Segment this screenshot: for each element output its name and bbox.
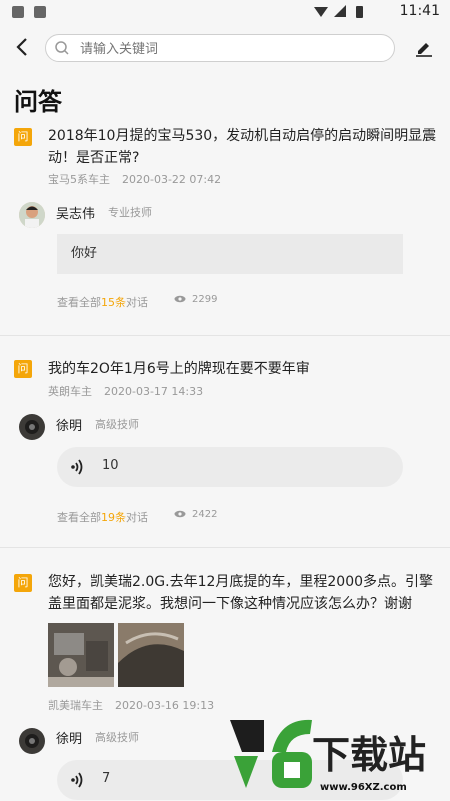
eye-icon bbox=[174, 510, 186, 518]
view-count-value: 2299 bbox=[192, 294, 218, 305]
car-owner-label: 宝马5系车主 bbox=[48, 173, 110, 186]
answerer-name: 吴志伟 bbox=[56, 207, 96, 222]
top-bar bbox=[0, 30, 450, 70]
question-date: 2020-03-17 14:33 bbox=[104, 385, 204, 398]
view-count-value: 2422 bbox=[192, 509, 218, 520]
footer-prefix: 查看全部 bbox=[57, 296, 101, 309]
signal-wifi-battery-icon bbox=[314, 5, 363, 18]
avatar[interactable] bbox=[19, 414, 45, 440]
answerer-name: 徐明 bbox=[56, 419, 83, 434]
view-all-dialog-link[interactable]: 查看全部19条对话 bbox=[57, 509, 148, 525]
question-date: 2020-03-22 07:42 bbox=[122, 173, 222, 186]
engine-bay-photo[interactable] bbox=[118, 623, 184, 687]
search-box[interactable] bbox=[45, 34, 395, 63]
edit-icon[interactable] bbox=[414, 38, 434, 58]
answerer-role: 高级技师 bbox=[95, 418, 139, 431]
view-count: 2422 bbox=[174, 509, 217, 520]
answerer-role: 专业技师 bbox=[108, 206, 152, 219]
question-text[interactable]: 2018年10月提的宝马530，发动机自动启停的启动瞬间明显震动！是否正常? bbox=[48, 125, 438, 169]
qa-card[interactable]: 问 我的车2O年1月6号上的牌现在要不要年审 英朗车主 2020-03-17 14… bbox=[0, 335, 450, 548]
answerer-name: 徐明 bbox=[56, 732, 83, 747]
view-count: 2299 bbox=[174, 294, 217, 305]
eye-icon bbox=[174, 295, 186, 303]
avatar[interactable] bbox=[19, 728, 45, 754]
question-badge: 问 bbox=[14, 360, 32, 378]
avatar[interactable] bbox=[19, 202, 45, 228]
footer-prefix: 查看全部 bbox=[57, 511, 101, 524]
status-bar: 11:41 bbox=[0, 0, 450, 24]
question-text[interactable]: 我的车2O年1月6号上的牌现在要不要年审 bbox=[48, 358, 438, 380]
voice-answer-player[interactable]: 10 bbox=[57, 447, 403, 487]
back-arrow-icon[interactable] bbox=[12, 36, 34, 58]
car-owner-label: 凯美瑞车主 bbox=[48, 699, 103, 712]
app-notification-icon bbox=[34, 6, 46, 18]
question-text[interactable]: 您好，凯美瑞2.0G.去年12月底提的车，里程2000多点。引擎盖里面都是泥浆。… bbox=[48, 571, 438, 615]
voice-duration: 7 bbox=[102, 771, 111, 786]
question-badge: 问 bbox=[14, 128, 32, 146]
status-time: 11:41 bbox=[399, 3, 440, 19]
engine-bay-photo[interactable] bbox=[48, 623, 114, 687]
view-all-dialog-link[interactable]: 查看全部15条对话 bbox=[57, 294, 148, 310]
qa-card[interactable]: 问 2018年10月提的宝马530，发动机自动启停的启动瞬间明显震动！是否正常?… bbox=[0, 116, 450, 335]
site-watermark-logo: 下载站 www.96XZ.com bbox=[224, 712, 444, 794]
question-badge: 问 bbox=[14, 574, 32, 592]
question-images bbox=[48, 623, 188, 691]
voice-duration: 10 bbox=[102, 458, 119, 473]
voice-wave-icon bbox=[71, 772, 83, 788]
question-meta: 英朗车主 2020-03-17 14:33 bbox=[48, 383, 203, 399]
dialog-count: 19条 bbox=[101, 511, 126, 524]
question-meta: 宝马5系车主 2020-03-22 07:42 bbox=[48, 171, 221, 187]
search-input[interactable] bbox=[78, 35, 382, 63]
image-notification-icon bbox=[12, 6, 24, 18]
dialog-count: 15条 bbox=[101, 296, 126, 309]
voice-wave-icon bbox=[71, 459, 83, 475]
car-owner-label: 英朗车主 bbox=[48, 385, 92, 398]
question-date: 2020-03-16 19:13 bbox=[115, 699, 215, 712]
search-icon bbox=[55, 41, 69, 55]
answer-text[interactable]: 你好 bbox=[57, 234, 403, 274]
logo-text: 下载站 bbox=[312, 733, 427, 777]
answerer-role: 高级技师 bbox=[95, 731, 139, 744]
page-title: 问答 bbox=[14, 88, 62, 116]
footer-suffix: 对话 bbox=[126, 296, 148, 309]
logo-url: www.96XZ.com bbox=[320, 782, 407, 793]
footer-suffix: 对话 bbox=[126, 511, 148, 524]
logo-96-icon bbox=[230, 719, 312, 788]
question-meta: 凯美瑞车主 2020-03-16 19:13 bbox=[48, 697, 214, 713]
